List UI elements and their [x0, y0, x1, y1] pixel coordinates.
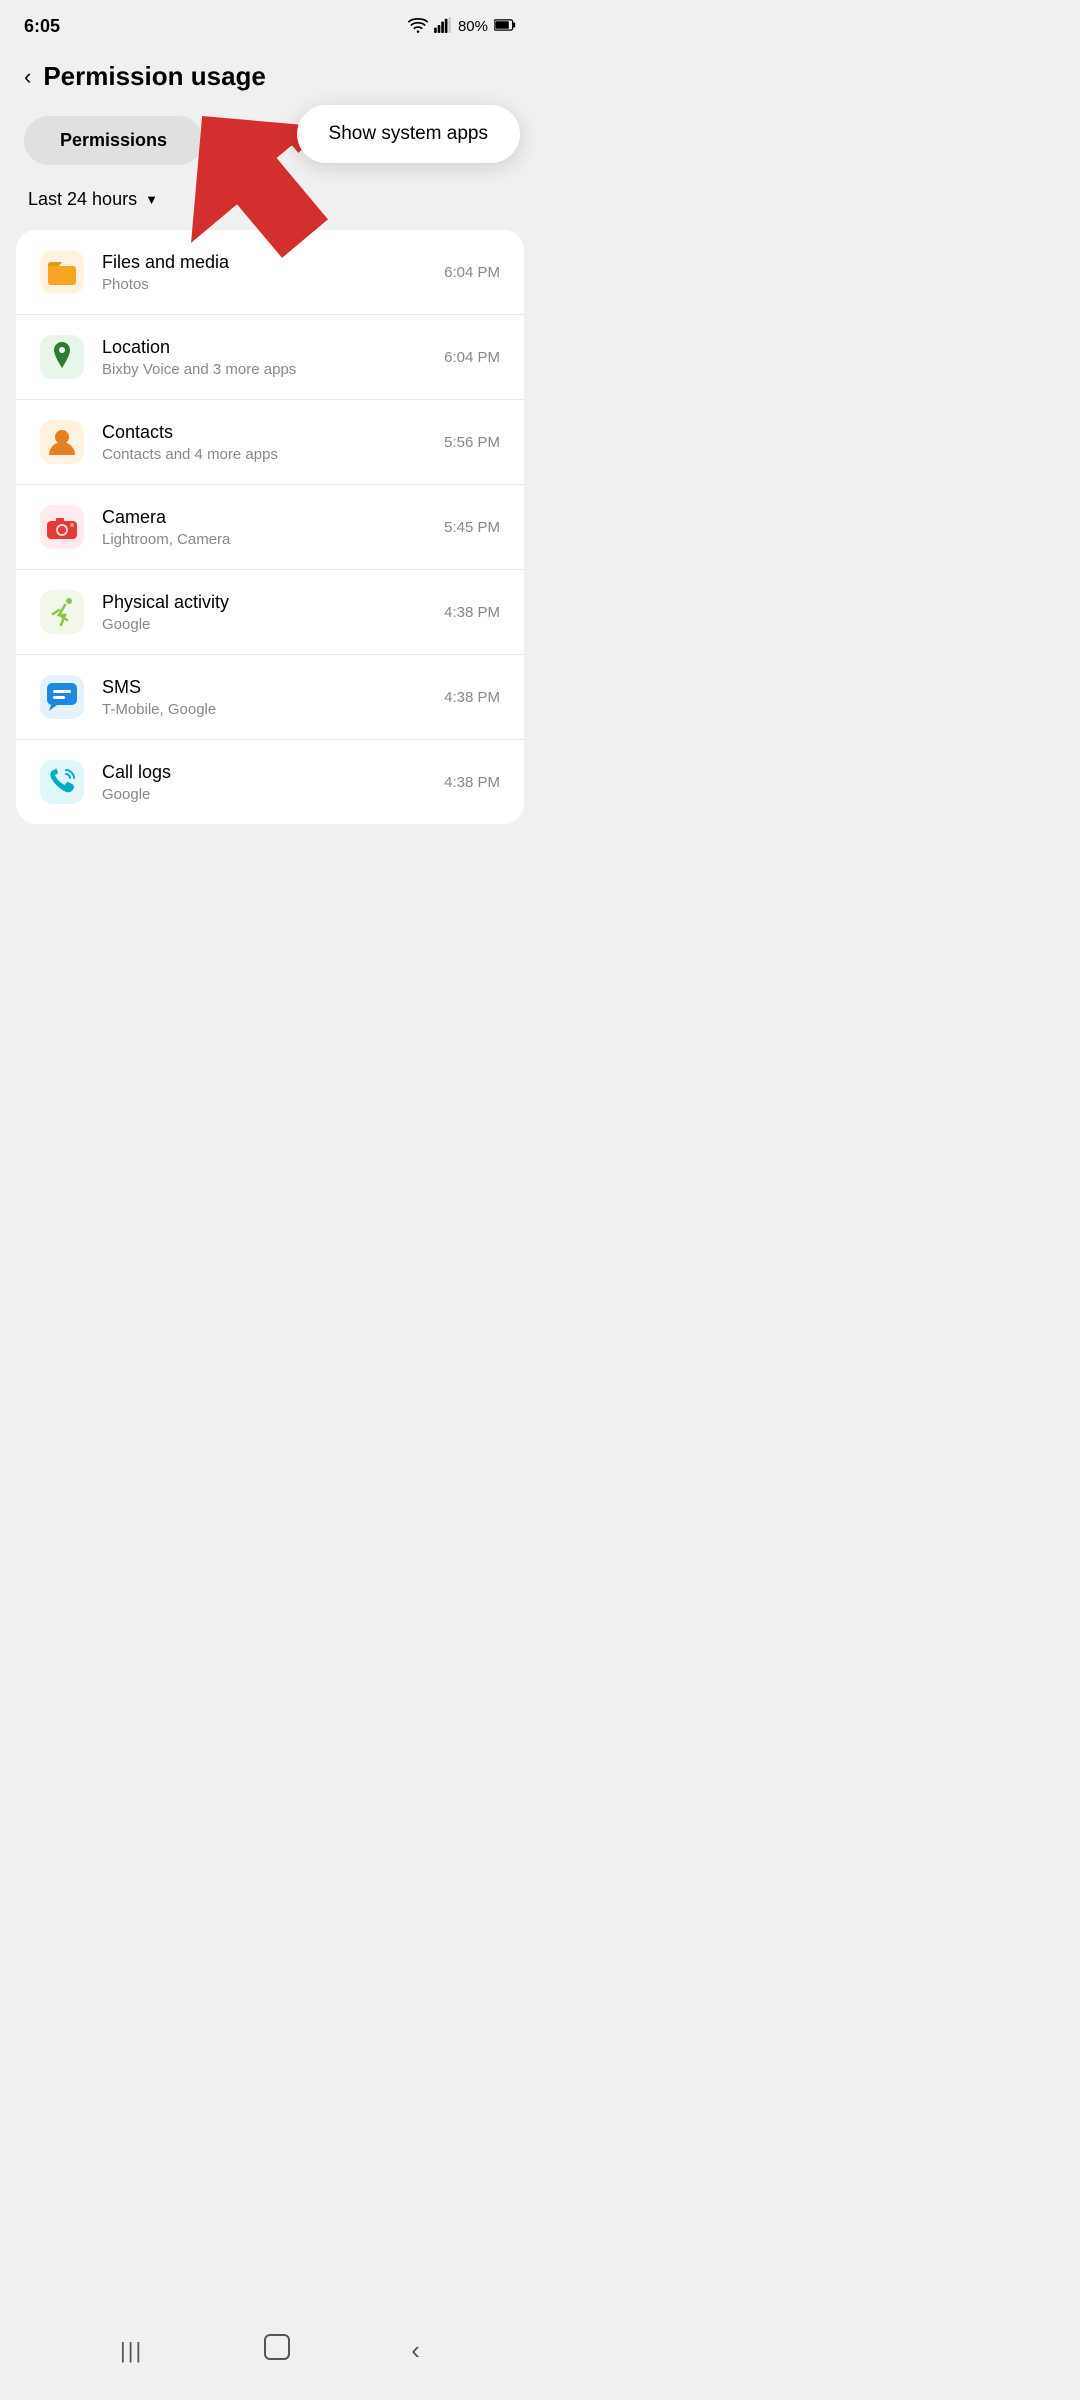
list-item[interactable]: Location Bixby Voice and 3 more apps 6:0…: [16, 315, 524, 400]
home-button[interactable]: [263, 2333, 291, 2368]
files-media-text: Files and media Photos: [102, 252, 444, 293]
camera-text: Camera Lightroom, Camera: [102, 507, 444, 548]
activity-title: Physical activity: [102, 592, 444, 613]
permissions-list: Files and media Photos 6:04 PM Location …: [16, 230, 524, 824]
camera-icon: [40, 505, 84, 549]
wifi-icon: [408, 17, 428, 36]
location-text: Location Bixby Voice and 3 more apps: [102, 337, 444, 378]
list-item[interactable]: Contacts Contacts and 4 more apps 5:56 P…: [16, 400, 524, 485]
status-icons: 80%: [408, 17, 516, 36]
time-filter[interactable]: Last 24 hours ▼: [0, 173, 540, 226]
sms-icon: [40, 675, 84, 719]
call-logs-icon: [40, 760, 84, 804]
camera-title: Camera: [102, 507, 444, 528]
files-media-title: Files and media: [102, 252, 444, 273]
camera-subtitle: Lightroom, Camera: [102, 531, 444, 548]
location-subtitle: Bixby Voice and 3 more apps: [102, 361, 444, 378]
call-logs-title: Call logs: [102, 762, 444, 783]
call-logs-text: Call logs Google: [102, 762, 444, 803]
status-bar: 6:05 80%: [0, 0, 540, 45]
back-nav-button[interactable]: ‹: [411, 2335, 420, 2366]
bottom-nav: ||| ‹: [0, 2313, 540, 2400]
location-icon: [40, 335, 84, 379]
list-item[interactable]: Files and media Photos 6:04 PM: [16, 230, 524, 315]
sms-title: SMS: [102, 677, 444, 698]
show-system-apps-button[interactable]: Show system apps: [297, 105, 520, 163]
files-media-time: 6:04 PM: [444, 264, 500, 281]
contacts-time: 5:56 PM: [444, 434, 500, 451]
camera-time: 5:45 PM: [444, 519, 500, 536]
header: ‹ Permission usage Show system apps: [0, 45, 540, 108]
activity-icon: [40, 590, 84, 634]
page-title: Permission usage: [43, 61, 266, 92]
contacts-subtitle: Contacts and 4 more apps: [102, 446, 444, 463]
battery-icon: [494, 18, 516, 35]
sms-text: SMS T-Mobile, Google: [102, 677, 444, 718]
location-title: Location: [102, 337, 444, 358]
sms-time: 4:38 PM: [444, 689, 500, 706]
signal-icon: [434, 17, 452, 36]
contacts-title: Contacts: [102, 422, 444, 443]
call-logs-subtitle: Google: [102, 786, 444, 803]
contacts-icon: [40, 420, 84, 464]
list-item[interactable]: Call logs Google 4:38 PM: [16, 740, 524, 824]
recents-button[interactable]: |||: [120, 2338, 143, 2364]
contacts-text: Contacts Contacts and 4 more apps: [102, 422, 444, 463]
tab-permissions[interactable]: Permissions: [24, 116, 203, 165]
back-button[interactable]: ‹: [24, 64, 31, 90]
location-time: 6:04 PM: [444, 349, 500, 366]
list-item[interactable]: SMS T-Mobile, Google 4:38 PM: [16, 655, 524, 740]
dropdown-arrow-icon: ▼: [145, 192, 158, 207]
sms-subtitle: T-Mobile, Google: [102, 701, 444, 718]
files-media-subtitle: Photos: [102, 276, 444, 293]
call-logs-time: 4:38 PM: [444, 774, 500, 791]
list-item[interactable]: Camera Lightroom, Camera 5:45 PM: [16, 485, 524, 570]
time-filter-label: Last 24 hours: [28, 189, 137, 210]
status-time: 6:05: [24, 16, 60, 37]
battery-text: 80%: [458, 18, 488, 35]
activity-text: Physical activity Google: [102, 592, 444, 633]
list-item[interactable]: Physical activity Google 4:38 PM: [16, 570, 524, 655]
files-media-icon: [40, 250, 84, 294]
activity-time: 4:38 PM: [444, 604, 500, 621]
activity-subtitle: Google: [102, 616, 444, 633]
